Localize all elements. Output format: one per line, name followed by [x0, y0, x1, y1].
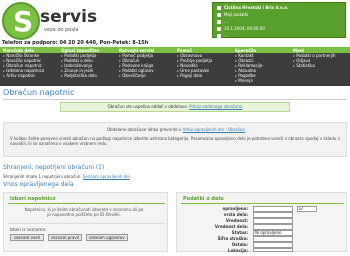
nav-item[interactable]: Pogoji dela — [174, 73, 232, 78]
panel-divider — [8, 203, 165, 204]
saved-list-link[interactable]: Seznam opravljenih del — [83, 174, 130, 179]
success-notice: Obračun ste uspešno oddali v obdelavo. P… — [60, 102, 290, 112]
clock-icon — [217, 27, 221, 31]
title-divider — [3, 99, 347, 100]
nav-item[interactable]: Podjetniško delo — [58, 73, 116, 78]
nav-item[interactable]: Obveščanje — [116, 73, 174, 78]
logo-mark[interactable]: S — [2, 2, 40, 40]
form-label: Lokacija: — [227, 248, 248, 253]
logo-tagline: veza do posla — [44, 27, 79, 33]
nav-col-pomoc: Pomoč Obravnava Prošnje podjetja Navodil… — [174, 47, 232, 86]
list-rules-button[interactable]: seznam pravil — [48, 234, 82, 241]
location-input[interactable] — [253, 248, 293, 252]
saved-invoices-text: Shranjenih imate 1 nepotrjeni obračun. S… — [3, 174, 130, 179]
nav-item[interactable]: Arhiv napotnic — [0, 73, 58, 78]
panel-title: Podatki o delu — [183, 196, 224, 202]
nav-col-narocnik: Naročnik dela Naročila Stranke Naročila … — [0, 47, 58, 86]
user-info-box: Čistilna Hrvatski i Bris d.o.o. Moji pod… — [212, 2, 346, 38]
nav-item[interactable]: Mnenja — [232, 78, 290, 83]
select-list-label: Izberi iz seznama: — [10, 227, 47, 232]
support-label: Telefon za podporo: — [2, 40, 58, 46]
notice-text: Obračun ste uspešno oddali v obdelavo. — [107, 104, 188, 109]
user-row-3[interactable]: ... — [217, 19, 228, 24]
user-last-login: 10.1.2004, 00:00:00 — [217, 26, 265, 31]
user-data-link[interactable]: Moji podatki — [217, 12, 248, 17]
nav-item[interactable]: Statistika — [290, 63, 350, 68]
main-nav: Naročnik dela Naročila Stranke Naročila … — [0, 47, 350, 86]
list-all-button[interactable]: seznam vseh — [10, 234, 44, 241]
logo-letter: S — [13, 5, 34, 38]
nav-col-sporocila: Sporočila Kontakt Obrazci Reklamacije Ak… — [232, 47, 290, 86]
logo-name[interactable]: servis — [40, 7, 97, 27]
user-icon — [217, 13, 221, 17]
saved-invoices-heading: Shranjeni, nepotrjeni obračuni (1) — [3, 164, 105, 171]
nav-col-meni: Meni Podatki o partnerjih Odjava Statist… — [290, 47, 350, 86]
list-objections-button[interactable]: seznam ugovorov — [86, 234, 128, 241]
user-company[interactable]: Čistilna Hrvatski i Bris d.o.o. — [217, 5, 288, 10]
site-header: S servis veza do posla Telefon za podpor… — [0, 0, 350, 46]
panel-title: Izberi napotnico — [10, 196, 56, 202]
support-phone-number: 04 20 20 440, Pon-Petek: 8-15h — [59, 40, 149, 46]
work-entry-heading: Vnos opravljenega dela — [3, 181, 74, 188]
building-icon — [217, 6, 221, 10]
work-data-panel: Podatki o delu opravljeno: ur vrsta dela… — [176, 192, 348, 255]
logout-icon — [217, 34, 221, 38]
info-line-text: Obdelane obračune lahko preverite v — [106, 127, 182, 132]
info-box: Obdelane obračune lahko preverite v Arhi… — [3, 122, 347, 157]
nav-col-razvojni: Razvojni servisi Pomoč podjetja Obračun … — [116, 47, 174, 86]
archive-link[interactable]: Arhiv opravljenih del - Obračun — [183, 127, 245, 132]
saved-text: Shranjenih imate 1 nepotrjeni obračun. — [3, 174, 82, 179]
panel-divider — [181, 203, 344, 204]
panel-divider — [8, 223, 165, 224]
nav-col-oglasi: Oglasi zaposlitev Podatki podjetja Podat… — [58, 47, 116, 86]
form-row-location: Lokacija: — [177, 248, 348, 255]
page-title: Obračun napotnic — [3, 88, 75, 97]
mail-icon — [217, 20, 221, 24]
select-referral-panel: Izberi napotnico Napotnico, ki je želite… — [3, 192, 168, 252]
panel-note: Napotnico, ki je želite obračunati izber… — [24, 207, 144, 217]
notice-link[interactable]: Prikaz oddanega obračuna — [189, 104, 242, 109]
info-line: Obdelane obračune lahko preverite v Arhi… — [4, 127, 348, 132]
info-paragraph: V kolikor želite ponovno vnesti obračun … — [10, 136, 340, 146]
user-row-5[interactable]: ... — [217, 33, 228, 38]
support-phone: Telefon za podporo: 04 20 20 440, Pon-Pe… — [2, 40, 148, 46]
